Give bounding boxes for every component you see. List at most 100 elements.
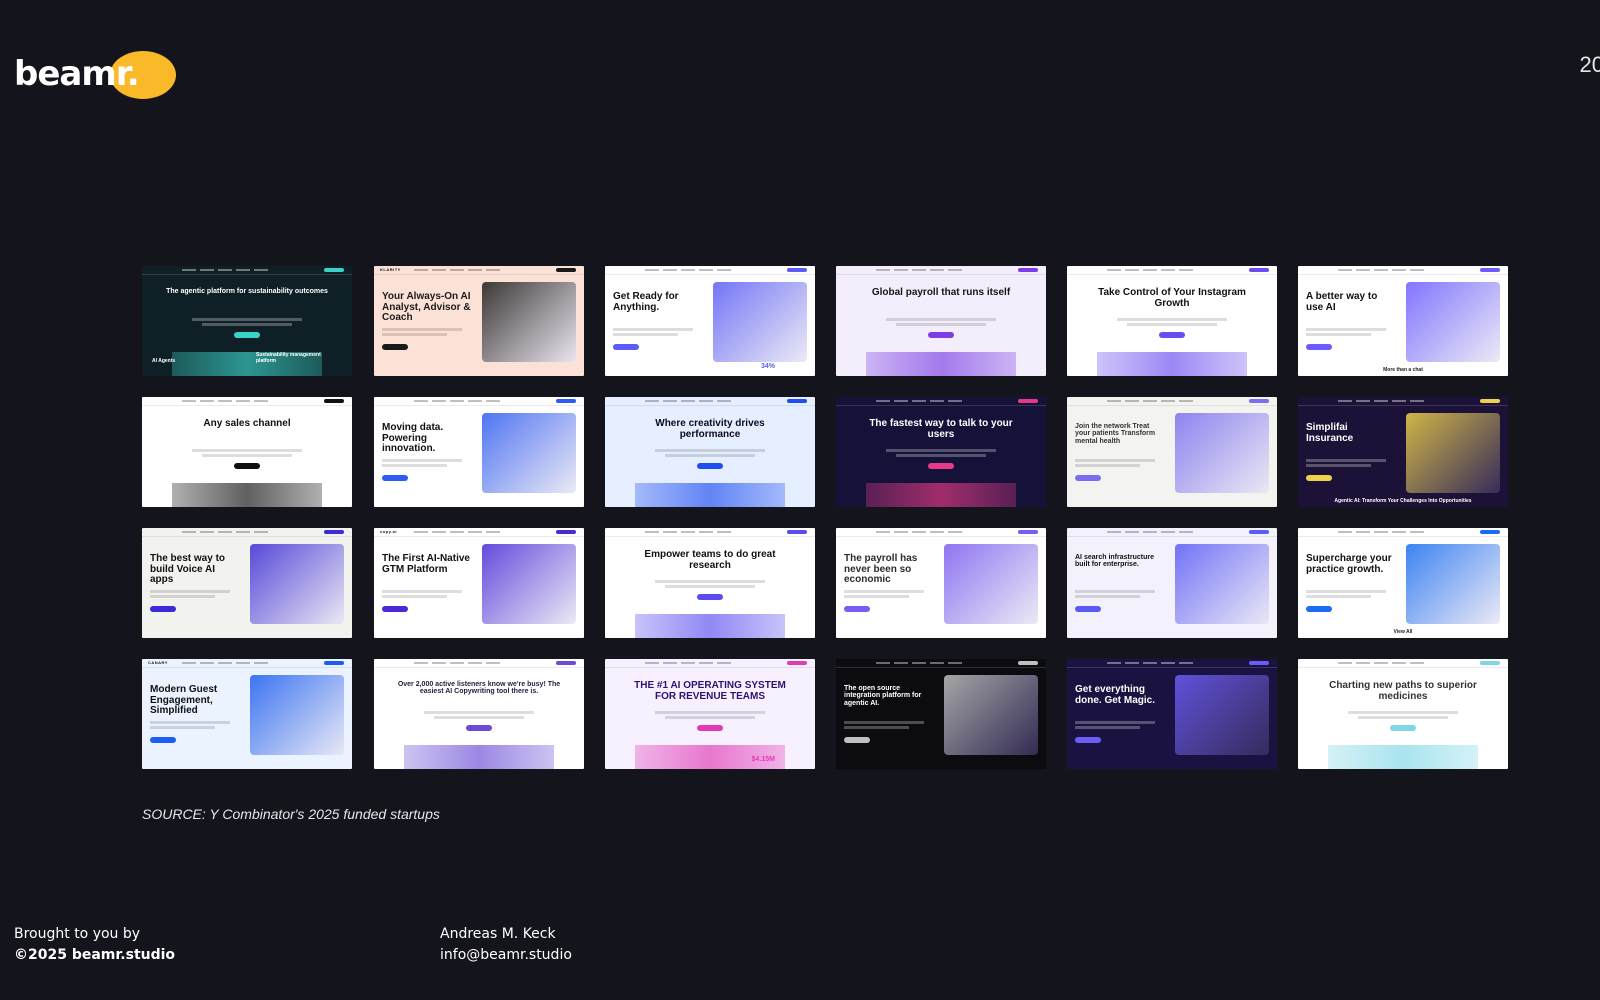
startup-thumbnail: The agentic platform for sustainability … bbox=[142, 266, 352, 376]
thumbnail-visual bbox=[1175, 413, 1269, 493]
thumbnail-tagline: AI Agents bbox=[152, 358, 176, 364]
startup-thumbnail: Any sales channel bbox=[142, 397, 352, 507]
startup-thumbnail: Your Always-On AI Analyst, Advisor & Coa… bbox=[374, 266, 584, 376]
thumbnail-brand: copy.ai bbox=[380, 529, 397, 534]
thumbnail-headline: The open source integration platform for… bbox=[844, 685, 922, 707]
thumbnail-headline: Global payroll that runs itself bbox=[871, 287, 1011, 298]
page-number: 20 bbox=[1579, 52, 1600, 77]
thumbnail-headline: Take Control of Your Instagram Growth bbox=[1098, 287, 1246, 309]
thumbnail-subtext bbox=[1117, 318, 1227, 321]
thumbnail-headline: The best way to build Voice AI apps bbox=[150, 553, 226, 585]
thumbnail-navbar bbox=[1298, 266, 1508, 275]
thumbnail-cta bbox=[697, 594, 723, 600]
thumbnail-cta bbox=[928, 463, 954, 469]
thumbnail-cta bbox=[150, 606, 176, 612]
thumbnail-visual bbox=[250, 544, 344, 624]
thumbnail-brand: KLARITY bbox=[380, 267, 401, 272]
thumbnail-subtext bbox=[1358, 716, 1448, 719]
thumbnail-navbar bbox=[142, 659, 352, 668]
thumbnail-visual bbox=[482, 544, 576, 624]
thumbnail-cta bbox=[1306, 344, 1332, 350]
thumbnail-subtext bbox=[382, 459, 462, 462]
thumbnail-subtext bbox=[424, 711, 534, 714]
thumbnail-navbar bbox=[605, 266, 815, 275]
thumbnail-headline: AI search infrastructure built for enter… bbox=[1075, 554, 1154, 569]
thumbnail-cta bbox=[697, 725, 723, 731]
startup-thumbnail: The First AI-Native GTM Platform copy.ai bbox=[374, 528, 584, 638]
thumbnail-headline: Your Always-On AI Analyst, Advisor & Coa… bbox=[382, 291, 471, 323]
footer-email[interactable]: info@beamr.studio bbox=[440, 945, 572, 966]
startup-thumbnail: A better way to use AI More than a chat bbox=[1298, 266, 1508, 376]
thumbnail-subtext bbox=[150, 590, 230, 593]
thumbnail-tagline: View All bbox=[1393, 629, 1413, 635]
startup-thumbnail: Simplifai Insurance Agentic AI: Transform… bbox=[1298, 397, 1508, 507]
thumbnail-visual bbox=[250, 675, 344, 755]
thumbnail-navbar bbox=[374, 397, 584, 406]
thumbnail-navbar bbox=[605, 659, 815, 668]
thumbnail-tagline: Agentic AI: Transform Your Challenges In… bbox=[1334, 498, 1472, 504]
thumbnail-subtext bbox=[202, 323, 292, 326]
footer-credit: Brought to you by ©2025 beamr.studio bbox=[14, 924, 175, 966]
thumbnail-subtext bbox=[655, 580, 765, 583]
footer-author: Andreas M. Keck bbox=[440, 926, 556, 942]
startup-thumbnail: Charting new paths to superior medicines bbox=[1298, 659, 1508, 769]
thumbnail-headline: Where creativity drives performance bbox=[655, 418, 765, 440]
thumbnail-subtext bbox=[844, 590, 924, 593]
thumbnail-subtext bbox=[150, 726, 215, 729]
startup-thumbnail: Where creativity drives performance bbox=[605, 397, 815, 507]
thumbnail-navbar bbox=[1298, 528, 1508, 537]
thumbnail-visual bbox=[635, 614, 785, 638]
thumbnail-subtext bbox=[1075, 590, 1155, 593]
thumbnail-headline: A better way to use AI bbox=[1306, 291, 1378, 313]
thumbnail-headline: Moving data. Powering innovation. bbox=[382, 422, 444, 454]
thumbnail-subtext bbox=[896, 454, 986, 457]
thumbnail-tagline: More than a chat bbox=[1383, 367, 1423, 373]
thumbnail-subtext bbox=[665, 454, 755, 457]
startup-thumbnail: The payroll has never been so economic bbox=[836, 528, 1046, 638]
thumbnail-navbar bbox=[1067, 528, 1277, 537]
thumbnail-headline: Join the network Treat your patients Tra… bbox=[1075, 423, 1156, 445]
thumbnail-subtext bbox=[613, 328, 693, 331]
thumbnail-visual bbox=[172, 483, 322, 507]
thumbnail-navbar bbox=[836, 266, 1046, 275]
thumbnail-cta bbox=[844, 606, 870, 612]
thumbnail-cta bbox=[697, 463, 723, 469]
thumbnail-navbar bbox=[374, 266, 584, 275]
thumbnail-navbar bbox=[836, 659, 1046, 668]
thumbnail-subtext bbox=[382, 328, 462, 331]
logo-wordmark: beamr. bbox=[14, 54, 140, 94]
thumbnail-subtext bbox=[1306, 333, 1371, 336]
thumbnail-headline: The fastest way to talk to your users bbox=[869, 418, 1013, 440]
startup-thumbnail: Get Ready for Anything. 34% bbox=[605, 266, 815, 376]
thumbnail-navbar bbox=[142, 266, 352, 275]
thumbnail-subtext bbox=[1075, 721, 1155, 724]
thumbnail-subtext bbox=[202, 454, 292, 457]
thumbnail-stat: $4.15M bbox=[751, 756, 775, 763]
thumbnail-subtext bbox=[1306, 328, 1386, 331]
thumbnail-visual bbox=[1097, 352, 1247, 376]
thumbnail-headline: The First AI-Native GTM Platform bbox=[382, 553, 470, 575]
thumbnail-cta bbox=[234, 332, 260, 338]
thumbnail-subtext bbox=[613, 333, 678, 336]
thumbnail-visual bbox=[1175, 675, 1269, 755]
thumbnail-stat: 34% bbox=[760, 363, 775, 370]
thumbnail-headline: The payroll has never been so economic bbox=[844, 553, 918, 585]
thumbnail-cta bbox=[1306, 606, 1332, 612]
thumbnail-visual bbox=[866, 352, 1016, 376]
thumbnail-headline: Empower teams to do great research bbox=[644, 549, 776, 571]
thumbnail-navbar bbox=[605, 397, 815, 406]
startup-thumbnail: Over 2,000 active listeners know we're b… bbox=[374, 659, 584, 769]
startup-thumbnail: Get everything done. Get Magic. bbox=[1067, 659, 1277, 769]
thumbnail-headline: THE #1 AI OPERATING SYSTEM FOR REVENUE T… bbox=[634, 680, 786, 702]
thumbnail-navbar bbox=[1298, 397, 1508, 406]
thumbnail-tagline2: Sustainability management platform bbox=[256, 352, 321, 364]
thumbnail-subtext bbox=[1075, 459, 1155, 462]
thumbnail-visual bbox=[482, 282, 576, 362]
thumbnail-subtext bbox=[1348, 711, 1458, 714]
thumbnail-subtext bbox=[1306, 595, 1371, 598]
startup-thumbnail: Modern Guest Engagement, Simplified CANAR… bbox=[142, 659, 352, 769]
thumbnail-cta bbox=[1306, 475, 1332, 481]
thumbnail-headline: Modern Guest Engagement, Simplified bbox=[150, 684, 218, 716]
thumbnail-headline: Get everything done. Get Magic. bbox=[1075, 684, 1156, 706]
thumbnail-cta bbox=[1075, 475, 1101, 481]
